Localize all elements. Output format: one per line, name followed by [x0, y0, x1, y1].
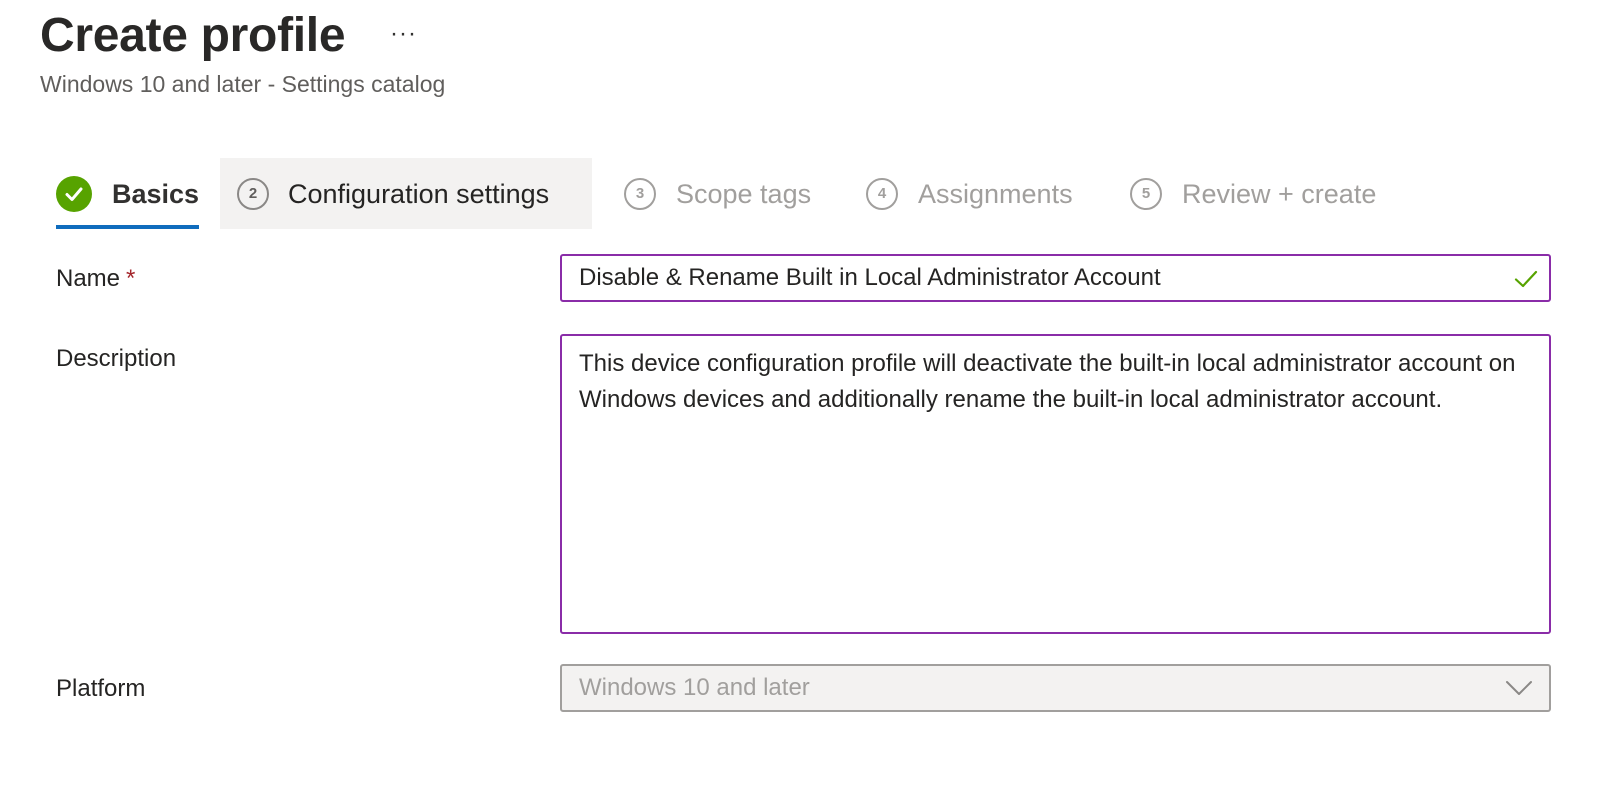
platform-label: Platform: [56, 675, 146, 702]
tab-basics-label: Basics: [112, 178, 200, 209]
more-options-button[interactable]: ···: [390, 22, 417, 46]
completed-check-icon: [56, 175, 92, 212]
required-marker: *: [126, 265, 136, 292]
step-number-badge: 2: [237, 177, 269, 210]
page-subtitle: Windows 10 and later - Settings catalog: [40, 71, 446, 97]
page-title: Create profile: [40, 9, 346, 62]
name-input-value: Disable & Rename Built in Local Administ…: [579, 264, 1161, 291]
tab-configuration-settings[interactable]: 2 Configuration settings: [220, 158, 592, 229]
tab-assignments[interactable]: 4 Assignments: [866, 158, 1073, 229]
name-label: Name *: [56, 264, 135, 294]
checkmark-icon: [1513, 266, 1539, 297]
tab-review-create[interactable]: 5 Review + create: [1130, 158, 1376, 229]
tab-scope-tags-label: Scope tags: [676, 178, 812, 209]
platform-select[interactable]: Windows 10 and later: [560, 664, 1551, 712]
platform-select-value: Windows 10 and later: [579, 674, 810, 701]
description-label: Description: [56, 345, 177, 372]
step-number-badge: 5: [1130, 177, 1162, 210]
tab-scope-tags[interactable]: 3 Scope tags: [624, 158, 811, 229]
tab-configuration-settings-label: Configuration settings: [288, 178, 550, 209]
step-number-badge: 3: [624, 177, 656, 210]
tab-assignments-label: Assignments: [918, 178, 1073, 209]
step-number-badge: 4: [866, 177, 898, 210]
name-label-text: Name: [56, 265, 121, 292]
tab-basics[interactable]: Basics: [56, 158, 200, 229]
tab-review-create-label: Review + create: [1182, 178, 1377, 209]
description-textarea[interactable]: This device configuration profile will d…: [560, 334, 1551, 634]
name-input[interactable]: Disable & Rename Built in Local Administ…: [560, 254, 1551, 302]
chevron-down-icon: [1505, 678, 1533, 703]
